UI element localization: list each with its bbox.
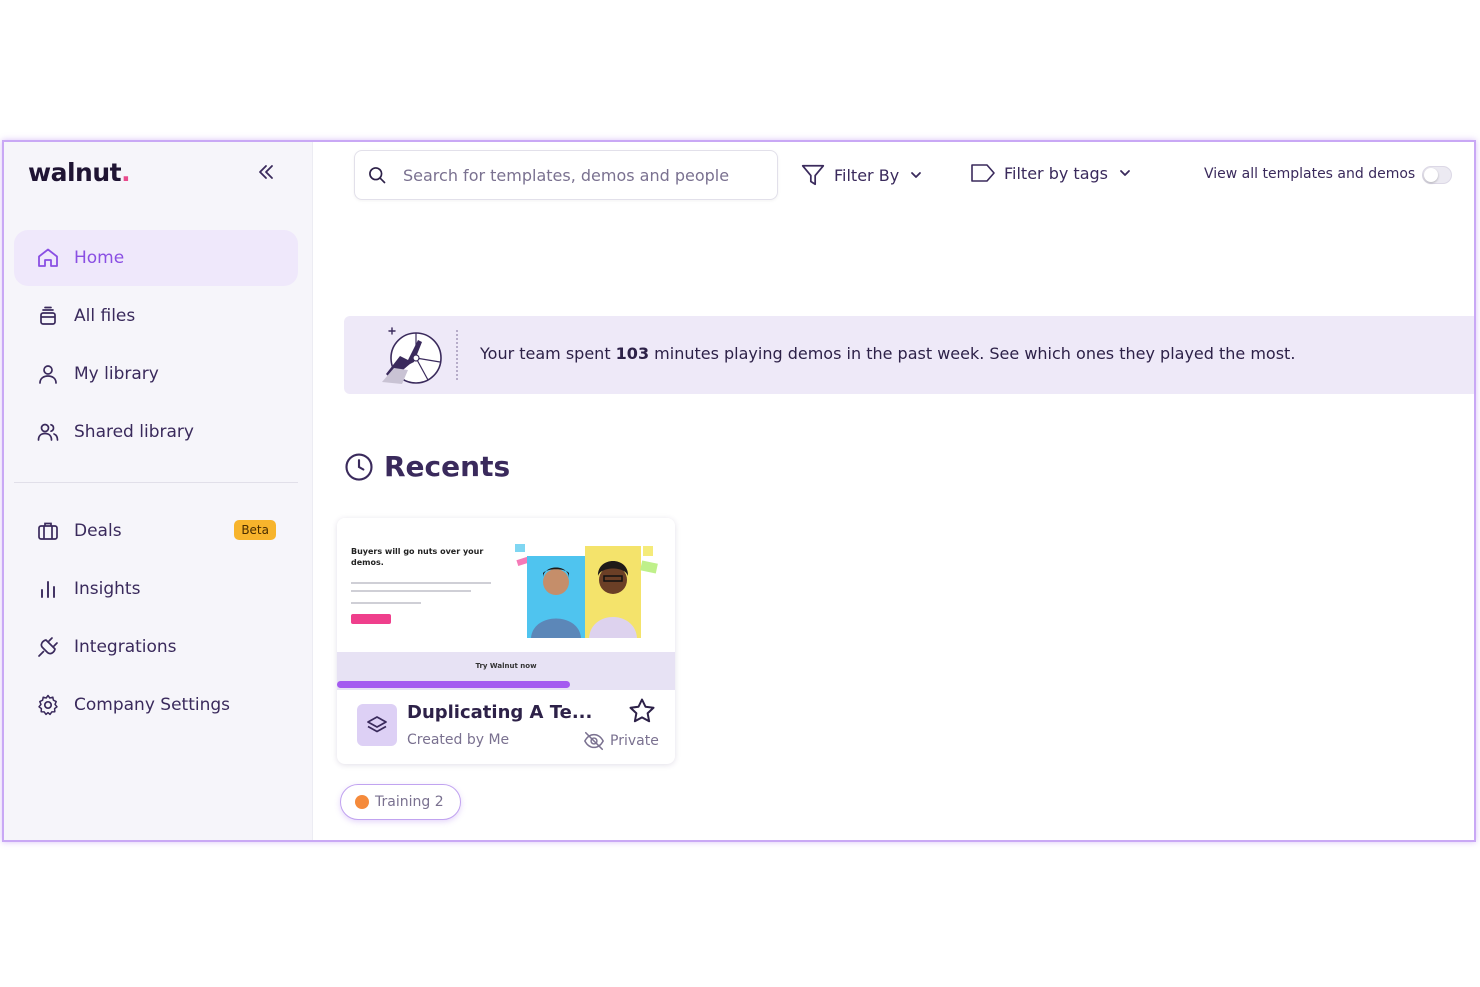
sidebar-item-label: Shared library [74, 422, 194, 442]
thumbnail-footer-text: Try Walnut now [475, 662, 537, 670]
recents-heading: Recents [344, 450, 510, 483]
filter-by-label: Filter By [834, 165, 900, 185]
visibility-status: Private [583, 730, 659, 752]
demo-type-icon [357, 704, 397, 746]
layers-icon [367, 716, 387, 733]
sidebar-item-label: My library [74, 364, 159, 384]
search-input[interactable] [401, 164, 745, 186]
banner-divider [456, 330, 458, 380]
clock-icon [345, 452, 373, 481]
logo-text: walnut [28, 158, 122, 187]
sidebar-divider [14, 482, 298, 483]
sidebar-item-label: All files [74, 306, 136, 326]
home-icon [38, 248, 58, 267]
sidebar-item-shared-library[interactable]: Shared library [14, 404, 298, 460]
sidebar-item-label: Home [74, 248, 125, 268]
filter-by-tags-dropdown[interactable]: Filter by tags [970, 162, 1140, 184]
banner-text-after: minutes playing demos in the past week. … [649, 344, 1296, 363]
toggle-knob [1424, 168, 1438, 182]
view-all-label: View all templates and demos [1204, 166, 1416, 182]
training-tag-chip[interactable]: Training 2 [340, 784, 461, 820]
chevron-down-icon [1120, 170, 1130, 176]
sidebar-item-home[interactable]: Home [14, 230, 298, 286]
files-icon [40, 306, 56, 325]
walnut-logo[interactable]: walnut. [28, 158, 131, 187]
demo-thumbnail[interactable]: Buyers will go nuts over your demos. Try… [337, 518, 675, 690]
sidebar-item-label: Insights [74, 579, 141, 599]
sidebar-item-company-settings[interactable]: Company Settings [14, 677, 298, 733]
users-icon [37, 423, 59, 441]
insights-banner[interactable]: Your team spent 103 minutes playing demo… [344, 316, 1474, 394]
logo-dot: . [121, 158, 131, 187]
briefcase-icon [38, 522, 58, 540]
thumbnail-text-line [351, 582, 491, 584]
banner-minutes: 103 [615, 344, 650, 363]
favorite-star-button[interactable] [627, 696, 657, 730]
filter-by-tags-label: Filter by tags [1004, 163, 1108, 183]
thumbnail-headline: Buyers will go nuts over your demos. [351, 547, 484, 567]
app-window: walnut. Home All files My library Shared… [2, 140, 1476, 842]
plug-icon [38, 637, 58, 657]
demo-card[interactable]: Buyers will go nuts over your demos. Try… [337, 518, 675, 764]
filter-icon [801, 164, 825, 186]
tag-label: Training 2 [375, 794, 444, 810]
visibility-label: Private [610, 733, 659, 749]
sidebar-item-deals[interactable]: Deals Beta [14, 503, 298, 559]
sidebar-item-label: Deals [74, 521, 122, 541]
recents-title: Recents [384, 450, 511, 483]
collapse-sidebar-button[interactable] [256, 162, 276, 188]
sidebar-item-all-files[interactable]: All files [14, 288, 298, 344]
sidebar-item-label: Integrations [74, 637, 177, 657]
demo-card-title[interactable]: Duplicating A Te... [407, 702, 592, 723]
gear-icon [38, 694, 58, 716]
eye-off-icon [583, 731, 605, 751]
chevron-down-icon [911, 172, 922, 178]
thumbnail-text-line [351, 602, 421, 604]
tag-icon [971, 164, 995, 182]
thumbnail-text-line [351, 590, 471, 592]
banner-text-before: Your team spent [480, 344, 616, 363]
search-box[interactable] [354, 150, 778, 200]
thumbnail-people-image [515, 544, 658, 638]
thumbnail-progress-bar [337, 681, 571, 688]
stopwatch-chart-illustration [382, 327, 442, 384]
user-icon [39, 365, 57, 384]
sidebar-item-insights[interactable]: Insights [14, 561, 298, 617]
star-icon [629, 698, 655, 723]
tag-color-dot [355, 795, 369, 809]
thumbnail-footer: Try Walnut now [337, 652, 675, 690]
sidebar-item-label: Company Settings [74, 695, 231, 715]
view-all-toggle[interactable] [1422, 166, 1452, 184]
bar-chart-icon [41, 581, 55, 598]
beta-badge: Beta [234, 520, 276, 540]
sidebar: walnut. Home All files My library Shared… [4, 142, 313, 840]
thumbnail-cta [351, 614, 391, 624]
sidebar-item-integrations[interactable]: Integrations [14, 619, 298, 675]
search-icon [369, 167, 386, 184]
filter-by-dropdown[interactable]: Filter By [800, 162, 931, 188]
banner-text: Your team spent 103 minutes playing demo… [480, 344, 1295, 363]
chevron-double-left-icon [259, 165, 273, 179]
sidebar-item-my-library[interactable]: My library [14, 346, 298, 402]
demo-card-creator: Created by Me [407, 732, 510, 748]
